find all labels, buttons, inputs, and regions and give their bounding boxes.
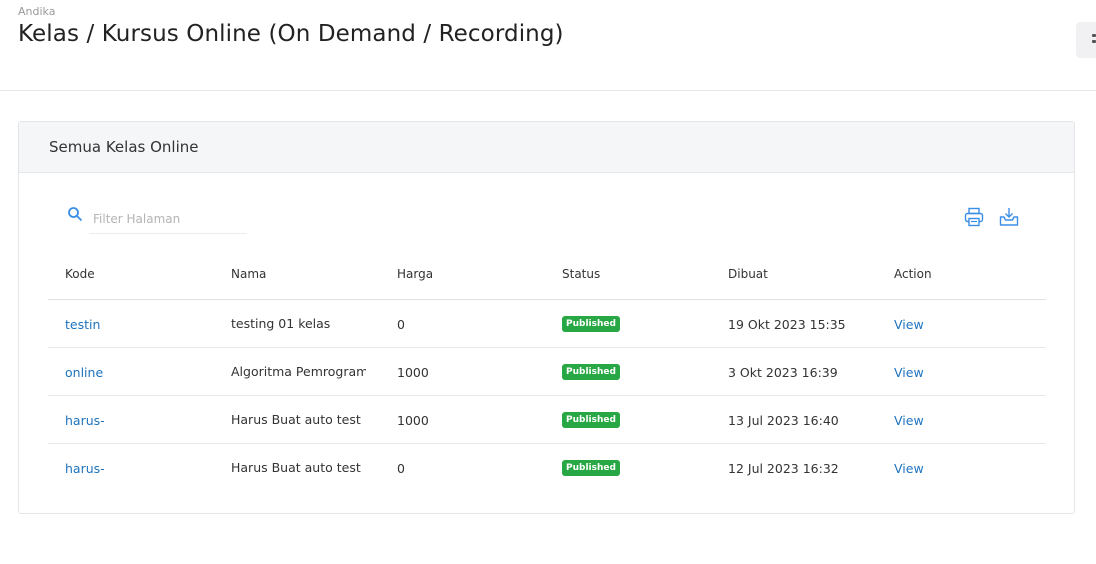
table-row: harus- Harus Buat auto test 1000 Publish… [48,396,1046,444]
kode-link[interactable]: harus- [65,413,105,428]
dibuat-cell: 13 Jul 2023 16:40 [728,412,839,428]
status-badge: Published [562,316,620,332]
header-menu-button[interactable] [1076,22,1096,58]
nama-cell: Harus Buat auto test [231,412,361,427]
harga-cell: 0 [397,460,405,476]
table-row: harus- Harus Buat auto test 0 Published … [48,444,1046,492]
dibuat-cell: 12 Jul 2023 16:32 [728,460,839,476]
menu-dot-icon [1092,34,1096,37]
view-link[interactable]: View [894,413,924,428]
table-row: testin testing 01 kelas 0 Published 19 O… [48,300,1046,348]
harga-cell: 0 [397,316,405,332]
view-link[interactable]: View [894,317,924,332]
kode-link[interactable]: testin [65,317,100,332]
table-row: online Algoritma Pemrograman 1000 Publis… [48,348,1046,396]
classes-table: Kode Nama Harga Status Dibuat Action tes… [48,252,1046,492]
printer-icon[interactable] [963,206,985,228]
kode-link[interactable]: online [65,365,103,380]
column-header-status[interactable]: Status [562,250,712,298]
view-link[interactable]: View [894,461,924,476]
dibuat-cell: 19 Okt 2023 15:35 [728,316,846,332]
status-badge: Published [562,364,620,380]
breadcrumb[interactable]: Andika [18,5,55,18]
menu-dot-icon [1092,40,1096,43]
nama-cell: Algoritma Pemrograman [231,364,366,379]
column-header-kode[interactable]: Kode [65,250,215,298]
column-header-harga[interactable]: Harga [397,250,547,298]
card-title: Semua Kelas Online [49,138,199,156]
page-title: Kelas / Kursus Online (On Demand / Recor… [18,21,564,47]
status-badge: Published [562,412,620,428]
dibuat-cell: 3 Okt 2023 16:39 [728,364,838,380]
filter-input[interactable] [89,204,247,234]
view-link[interactable]: View [894,365,924,380]
online-classes-card: Semua Kelas Online Kode Nama Harga Statu… [18,121,1075,514]
column-header-nama[interactable]: Nama [231,250,366,298]
table-header-row: Kode Nama Harga Status Dibuat Action [48,252,1046,300]
card-header: Semua Kelas Online [19,122,1074,173]
harga-cell: 1000 [397,364,429,380]
column-header-action: Action [894,267,932,281]
kode-link[interactable]: harus- [65,461,105,476]
status-badge: Published [562,460,620,476]
search-icon [68,207,82,221]
download-tray-icon[interactable] [998,206,1020,228]
page-header: Andika Kelas / Kursus Online (On Demand … [0,0,1096,91]
nama-cell: Harus Buat auto test [231,460,361,475]
nama-cell: testing 01 kelas [231,316,331,331]
harga-cell: 1000 [397,412,429,428]
column-header-dibuat[interactable]: Dibuat [728,250,878,298]
